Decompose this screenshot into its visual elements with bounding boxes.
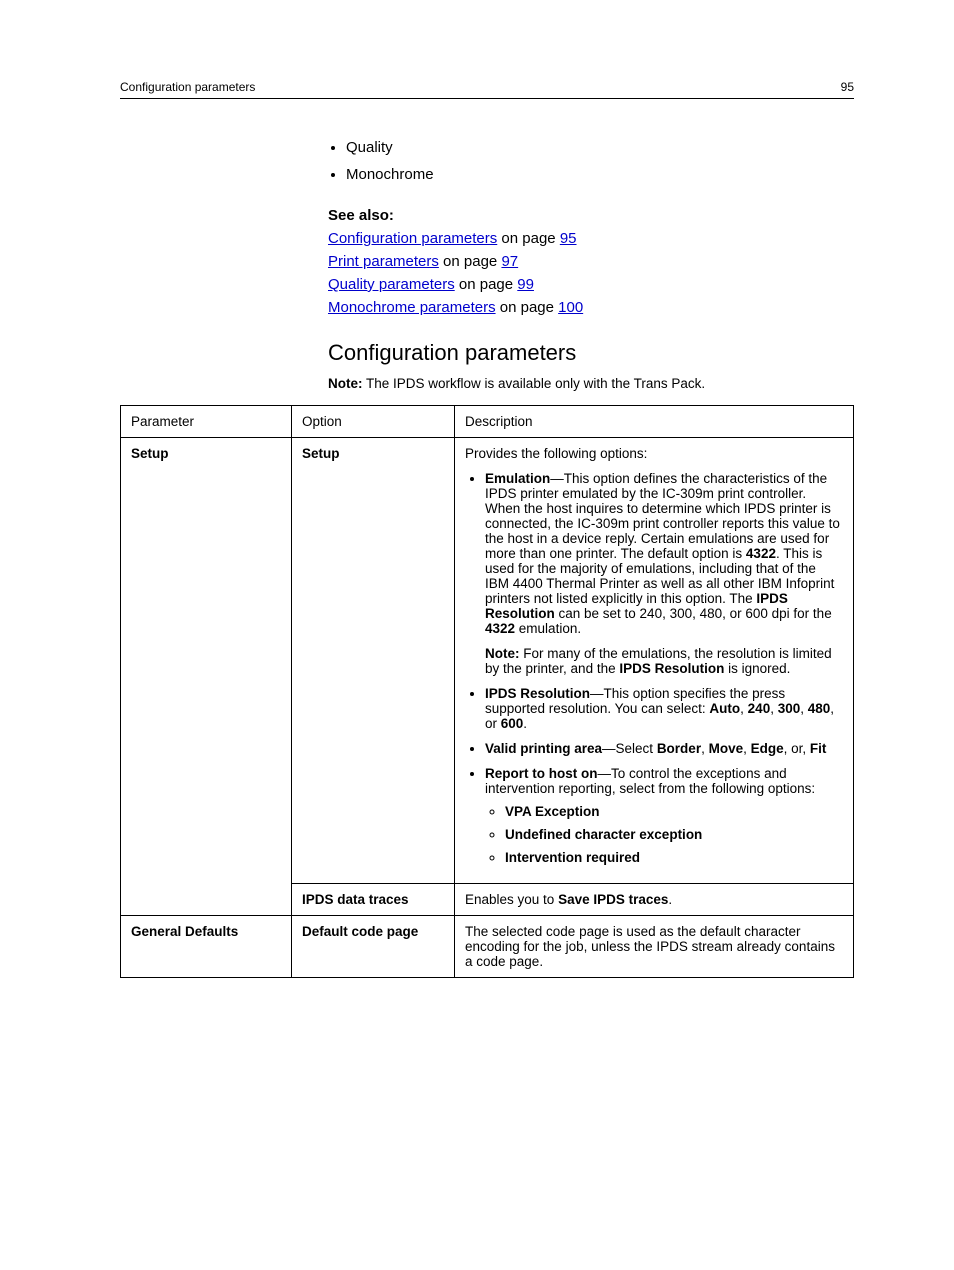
see-also-line: Quality parameters on page 99 (328, 276, 854, 293)
cell-option-ipds-data-traces: IPDS data traces (292, 884, 455, 916)
list-item: Quality (346, 139, 854, 156)
col-header-option: Option (292, 406, 455, 438)
desc-valid-printing-area: Valid printing area—Select Border, Move,… (485, 741, 843, 756)
bold-edge: Edge (751, 741, 784, 756)
cell-parameter-setup: Setup (121, 438, 292, 916)
cell-description-ipds-data-traces: Enables you to Save IPDS traces. (455, 884, 854, 916)
note-text: The IPDS workflow is available only with… (363, 376, 706, 391)
bold-4322: 4322 (746, 546, 776, 561)
link-quality-parameters[interactable]: Quality parameters (328, 276, 455, 293)
bold-save-ipds-traces: Save IPDS traces (558, 892, 668, 907)
see-also-line: Monochrome parameters on page 100 (328, 299, 854, 316)
section-heading: Configuration parameters (328, 340, 854, 366)
text: —Select (602, 741, 657, 756)
text: . (668, 892, 672, 907)
desc-emulation: Emulation—This option defines the charac… (485, 471, 843, 676)
sub-intervention-required: Intervention required (505, 850, 843, 865)
bold-480: 480 (808, 701, 831, 716)
sub-undefined-character-exception: Undefined character exception (505, 827, 843, 842)
header-left: Configuration parameters (120, 80, 255, 94)
label-report-to-host: Report to host on (485, 766, 597, 781)
sub-vpa-exception: VPA Exception (505, 804, 843, 819)
see-also-heading: See also: (328, 207, 854, 224)
bold-300: 300 (778, 701, 801, 716)
sep: , (701, 741, 709, 756)
parameters-table: Parameter Option Description Setup Setup… (120, 405, 854, 978)
sep: , (740, 701, 748, 716)
bold-240: 240 (748, 701, 771, 716)
table-row: General Defaults Default code page The s… (121, 916, 854, 978)
link-monochrome-parameters[interactable]: Monochrome parameters (328, 299, 496, 316)
link-page-97[interactable]: 97 (501, 253, 518, 270)
text: Enables you to (465, 892, 558, 907)
bold-600: 600 (501, 716, 524, 731)
bold-fit: Fit (810, 741, 827, 756)
list-item: Monochrome (346, 166, 854, 183)
note-label: Note: (485, 646, 520, 661)
sep: , (800, 701, 808, 716)
text: emulation. (515, 621, 581, 636)
link-page-99[interactable]: 99 (517, 276, 534, 293)
label-ipds-resolution: IPDS Resolution (485, 686, 590, 701)
cell-option-default-code-page: Default code page (292, 916, 455, 978)
sep: , (743, 741, 751, 756)
bold-auto: Auto (709, 701, 740, 716)
text: can be set to 240, 300, 480, or 600 dpi … (555, 606, 832, 621)
bold-4322: 4322 (485, 621, 515, 636)
note-line: Note: The IPDS workflow is available onl… (328, 376, 854, 391)
desc-note: Note: For many of the emulations, the re… (485, 646, 843, 676)
link-print-parameters[interactable]: Print parameters (328, 253, 439, 270)
bold-move: Move (709, 741, 744, 756)
desc-report-to-host: Report to host on—To control the excepti… (485, 766, 843, 865)
label-valid-printing-area: Valid printing area (485, 741, 602, 756)
desc-ipds-resolution: IPDS Resolution—This option specifies th… (485, 686, 843, 731)
cell-option-setup: Setup (292, 438, 455, 884)
table-row: Setup Setup Provides the following optio… (121, 438, 854, 884)
see-also-mid: on page (496, 299, 559, 316)
col-header-parameter: Parameter (121, 406, 292, 438)
col-header-description: Description (455, 406, 854, 438)
see-also-line: Print parameters on page 97 (328, 253, 854, 270)
tail: . (523, 716, 527, 731)
note-label: Note: (328, 376, 363, 391)
label-emulation: Emulation (485, 471, 550, 486)
page-header: Configuration parameters 95 (120, 80, 854, 99)
text: The selected code page is used as the de… (465, 924, 835, 969)
sep: , or, (784, 741, 810, 756)
link-configuration-parameters[interactable]: Configuration parameters (328, 230, 497, 247)
bold-ipds-resolution: IPDS Resolution (619, 661, 724, 676)
bold-border: Border (657, 741, 701, 756)
sep: , (770, 701, 778, 716)
see-also-line: Configuration parameters on page 95 (328, 230, 854, 247)
table-header-row: Parameter Option Description (121, 406, 854, 438)
desc-intro: Provides the following options: (465, 446, 843, 461)
see-also-mid: on page (439, 253, 502, 270)
see-also-mid: on page (497, 230, 560, 247)
link-page-100[interactable]: 100 (558, 299, 583, 316)
link-page-95[interactable]: 95 (560, 230, 577, 247)
cell-description-setup: Provides the following options: Emulatio… (455, 438, 854, 884)
text: is ignored. (724, 661, 790, 676)
header-page-number: 95 (841, 80, 854, 94)
see-also-mid: on page (455, 276, 518, 293)
cell-description-default-code-page: The selected code page is used as the de… (455, 916, 854, 978)
top-bullet-list: Quality Monochrome (328, 139, 854, 183)
cell-parameter-general-defaults: General Defaults (121, 916, 292, 978)
